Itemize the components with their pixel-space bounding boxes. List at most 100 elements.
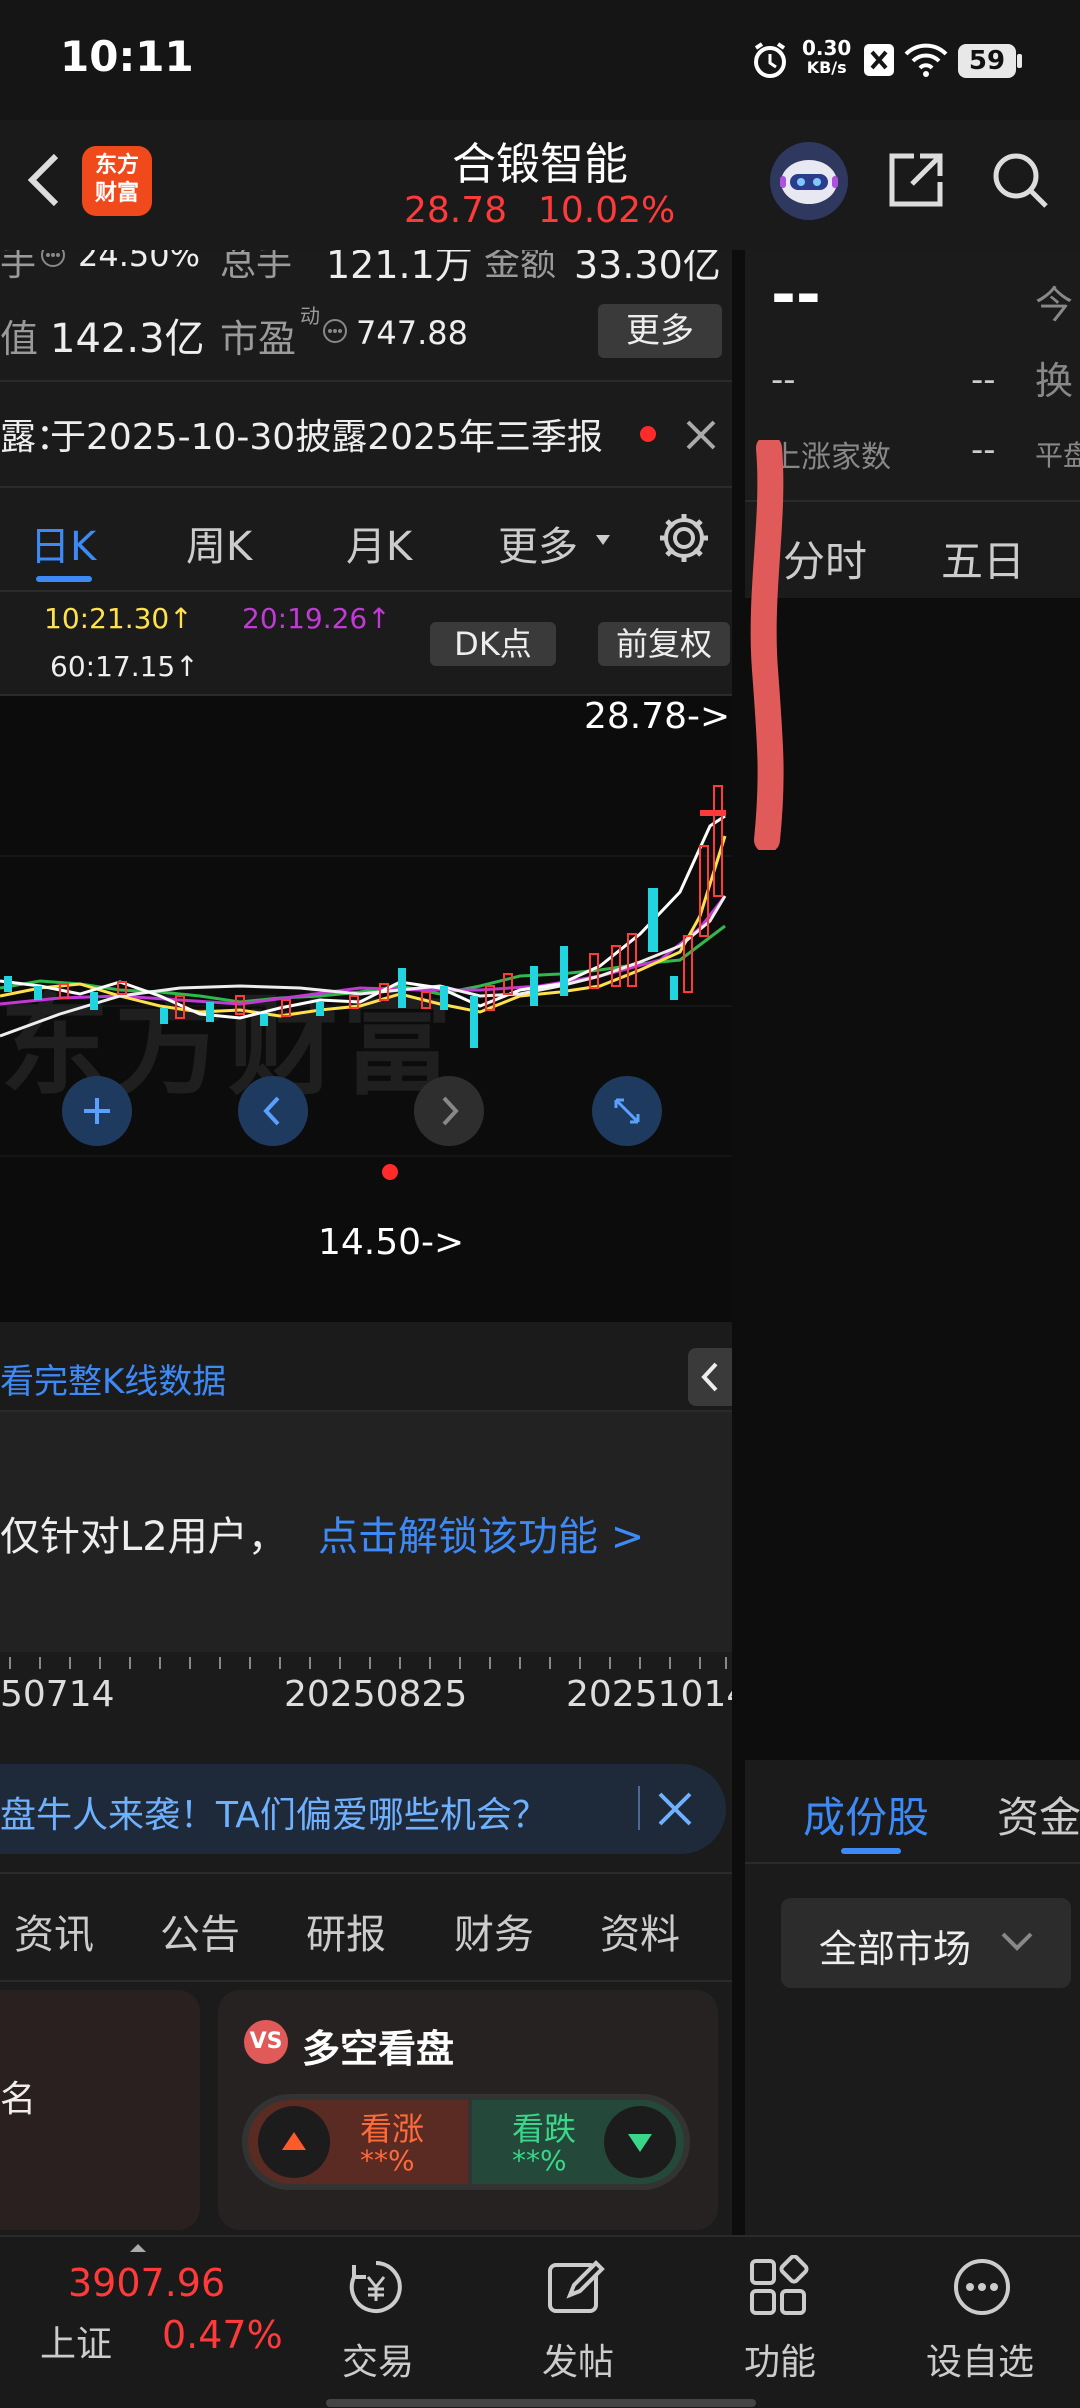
net-speed-value: 0.30 — [802, 36, 852, 60]
nav-trade-label: 交易 — [342, 2342, 415, 2383]
notice-unread-dot — [640, 426, 656, 442]
zoom-in-button[interactable] — [62, 1076, 132, 1146]
wifi-icon — [902, 40, 950, 80]
index-name: 上证 — [40, 2324, 113, 2365]
fullscreen-button[interactable] — [592, 1076, 662, 1146]
dk-point-button[interactable]: DK点 — [430, 622, 556, 666]
stock-header: 东方 财富 合锻智能 28.78 10.02% — [0, 120, 1080, 250]
tab-daily-k[interactable]: 日K — [30, 514, 96, 572]
tab-financials[interactable]: 财务 — [454, 1902, 534, 1960]
axis-date-3: 20251014 — [566, 1674, 732, 1715]
promo-banner[interactable]: 盘牛人来袭！TA们偏爱哪些机会？ — [0, 1764, 726, 1854]
collapse-panel-button[interactable] — [688, 1348, 732, 1406]
ma20-value: 20:19.26↑ — [242, 602, 391, 635]
turnover-value: 24.50% — [78, 250, 201, 274]
chevron-down-icon — [999, 1926, 1035, 1956]
chart-settings-gear-icon[interactable] — [656, 510, 712, 566]
pe-dynamic-sup: 动 — [300, 304, 320, 328]
tab-weekly-k[interactable]: 周K — [186, 514, 252, 572]
robot-assistant-icon[interactable] — [770, 142, 848, 220]
chart-page-dot — [382, 1164, 398, 1180]
right-stats: -- 今 -- -- 换 上涨家数 -- 平盘 — [745, 250, 1080, 500]
info-icon — [40, 250, 66, 268]
tab-five-day[interactable]: 五日 — [941, 528, 1025, 589]
stock-price: 28.78 — [404, 190, 508, 231]
bull-value: **% — [360, 2144, 415, 2177]
tab-research[interactable]: 研报 — [306, 1902, 386, 1960]
nav-trade[interactable]: 交易 — [330, 2245, 420, 2395]
right-panel: -- 今 -- -- 换 上涨家数 -- 平盘 分时 五日 成份股 资金 全部市… — [745, 250, 1080, 2235]
l2-banner: 仅针对L2用户， 点击解锁该功能 > — [0, 1412, 732, 1652]
l2-banner-text: 仅针对L2用户， — [0, 1514, 288, 1560]
tab-announcements[interactable]: 公告 — [160, 1902, 240, 1960]
back-button[interactable] — [22, 150, 66, 210]
more-dots-circle-icon — [950, 2255, 1014, 2319]
info-icon — [322, 318, 348, 344]
amount-label: 金额 — [484, 250, 557, 284]
trade-yen-icon — [344, 2255, 408, 2319]
more-stats-button[interactable]: 更多 — [598, 304, 722, 358]
bull-arrow-icon — [258, 2106, 330, 2178]
index-change: 0.47% — [162, 2313, 283, 2357]
turnover-label: 手 — [0, 250, 37, 284]
alarm-icon — [750, 40, 790, 80]
status-bar: 10:11 0.30 KB/s 59 — [0, 0, 1080, 120]
battery-tip — [1017, 54, 1022, 68]
bull-bear-card[interactable]: VS 多空看盘 看涨 **% 看跌 **% — [218, 1990, 718, 2230]
axis-date-1: 50714 — [0, 1674, 115, 1715]
share-icon[interactable] — [884, 148, 948, 212]
eastmoney-logo[interactable]: 东方 财富 — [82, 146, 152, 216]
big-dash: -- — [771, 260, 821, 330]
tab-monthly-k[interactable]: 月K — [346, 514, 412, 572]
close-promo-icon[interactable] — [656, 1790, 694, 1828]
promo-divider — [638, 1786, 640, 1830]
ranking-card[interactable]: 名 — [0, 1990, 200, 2230]
mid-dash: -- — [971, 360, 996, 400]
rise-count-label: 上涨家数 — [771, 440, 891, 475]
scroll-left-button[interactable] — [238, 1076, 308, 1146]
bear-arrow-icon — [604, 2106, 676, 2178]
nav-functions[interactable]: 功能 — [732, 2245, 822, 2395]
tab-news[interactable]: 资讯 — [14, 1902, 94, 1960]
nav-post-label: 发帖 — [542, 2342, 615, 2383]
amount-value: 33.30亿 — [574, 250, 721, 287]
index-widget[interactable]: 3907.96 上证 0.47% — [40, 2255, 300, 2375]
pe-label: 市盈 — [220, 317, 297, 361]
x-app-icon — [864, 44, 894, 76]
forward-adjust-button[interactable]: 前复权 — [598, 622, 730, 666]
bull-side[interactable]: 看涨 **% — [248, 2100, 468, 2184]
tab-components[interactable]: 成份股 — [803, 1784, 929, 1845]
view-full-kline-link[interactable]: 看完整K线数据 — [0, 1354, 226, 1403]
today-label: 今 — [1035, 283, 1074, 327]
chart-low-label: 14.50-> — [318, 1222, 465, 1263]
stock-name: 合锻智能 — [452, 139, 628, 190]
index-value: 3907.96 — [68, 2261, 226, 2305]
nav-add-watchlist[interactable]: 设自选 — [922, 2245, 1042, 2395]
tab-components-underline — [841, 1848, 901, 1854]
ma60-value: 60:17.15↑ — [50, 650, 199, 683]
tab-intraday[interactable]: 分时 — [783, 528, 867, 589]
search-icon[interactable] — [988, 148, 1052, 212]
scroll-right-button[interactable] — [414, 1076, 484, 1146]
chart-high-label: 28.78-> — [584, 696, 731, 737]
kline-chart[interactable]: 东方财富 28.78-> 14.50-> — [0, 696, 732, 1322]
tab-funds[interactable]: 资金 — [997, 1784, 1080, 1845]
tab-profile[interactable]: 资料 — [600, 1902, 680, 1960]
market-select[interactable]: 全部市场 — [781, 1898, 1071, 1988]
bear-side[interactable]: 看跌 **% — [472, 2100, 684, 2184]
nav-post[interactable]: 发帖 — [530, 2245, 620, 2395]
nav-add-watchlist-label: 设自选 — [926, 2342, 1035, 2383]
bear-value: **% — [512, 2144, 567, 2177]
pe-value: 747.88 — [356, 314, 468, 352]
notice-text[interactable]: 于2025-10-30披露2025年三季报 — [50, 408, 603, 460]
left-dash: -- — [771, 360, 796, 400]
bull-bear-title: 多空看盘 — [302, 2027, 455, 2071]
l2-unlock-link[interactable]: 点击解锁该功能 > — [318, 1504, 644, 1562]
exchange-label: 换 — [1035, 359, 1074, 403]
home-indicator[interactable] — [326, 2399, 756, 2407]
volume-label: 总手 — [220, 250, 293, 284]
tab-more-periods[interactable]: 更多 — [498, 514, 578, 572]
close-notice-icon[interactable] — [684, 418, 718, 452]
vs-icon: VS — [244, 2020, 288, 2064]
tab-daily-underline — [36, 576, 92, 582]
